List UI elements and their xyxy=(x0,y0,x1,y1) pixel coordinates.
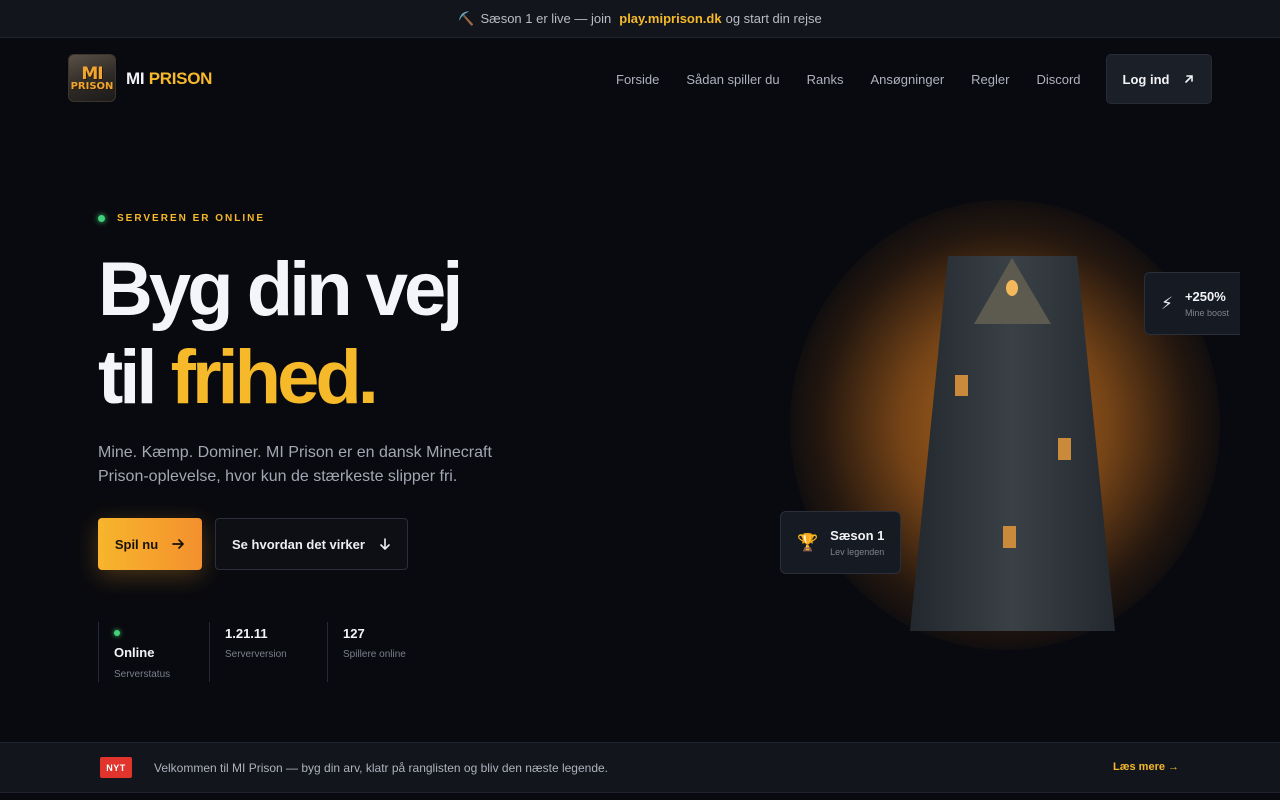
news-message: Velkommen til MI Prison — byg din arv, k… xyxy=(154,761,609,775)
brand-second: PRISON xyxy=(148,69,213,88)
stat-value: 1.21.11 xyxy=(225,626,268,641)
stat-value: Online xyxy=(114,645,155,660)
boost-value: +250% xyxy=(1184,289,1226,304)
nav-item-forside[interactable]: Forside xyxy=(616,72,659,87)
announcement-suffix: og start din rejse xyxy=(725,11,822,26)
stat-players-online: 127 Spillere online xyxy=(327,622,437,682)
news-tag-badge: NYT xyxy=(100,757,132,778)
headline-line1: Byg din vej xyxy=(98,247,463,332)
nav-menu: Forside Sådan spiller du Ranks Ansøgning… xyxy=(616,72,1108,87)
brand-first: MI xyxy=(126,69,145,88)
how-it-works-label: Se hvordan det virker xyxy=(232,536,365,552)
login-label: Log ind xyxy=(1122,71,1170,87)
trophy-icon: 🏆 xyxy=(797,532,819,552)
online-indicator-icon xyxy=(114,630,120,636)
logo-text-prison: PRISON xyxy=(70,81,114,92)
online-dot-icon xyxy=(98,215,105,222)
announcement-prefix: Sæson 1 er live — join xyxy=(480,11,612,26)
lightning-icon: ⚡ xyxy=(1161,293,1173,313)
read-more-link[interactable]: Læs mere → xyxy=(1113,761,1179,773)
how-it-works-button[interactable]: Se hvordan det virker xyxy=(215,518,408,570)
season-title: Sæson 1 xyxy=(830,528,885,543)
season-card: 🏆 Sæson 1 Lev legenden xyxy=(780,511,901,574)
headline-line2: til frihed. xyxy=(98,334,459,422)
arrow-down-icon xyxy=(380,537,390,550)
status-badge-text: SERVEREN ER ONLINE xyxy=(117,213,266,224)
nav-item-how-to-play[interactable]: Sådan spiller du xyxy=(686,72,779,87)
nav-item-ranks[interactable]: Ranks xyxy=(807,72,844,87)
login-button[interactable]: Log ind xyxy=(1106,54,1212,104)
news-bar: NYT Velkommen til MI Prison — byg din ar… xyxy=(0,742,1280,793)
main-navigation: MI PRISON MI PRISON Forside Sådan spille… xyxy=(0,38,1280,122)
play-now-label: Spil nu xyxy=(114,536,159,552)
brand-name[interactable]: MI PRISON xyxy=(126,69,212,89)
stat-label: Serverstatus xyxy=(114,669,171,680)
stat-server-status: Online Serverstatus xyxy=(98,622,209,682)
stat-label: Spillere online xyxy=(343,649,406,660)
arrow-up-right-icon xyxy=(1185,75,1194,83)
play-now-button[interactable]: Spil nu xyxy=(98,518,202,570)
hero-headline: Byg din vej til frihed. xyxy=(98,246,463,422)
announcement-bar: ⛏️ Sæson 1 er live — join play.miprison.… xyxy=(0,0,1280,38)
viewport-edge xyxy=(1240,260,1280,350)
season-subtitle: Lev legenden xyxy=(830,547,885,557)
nav-item-applications[interactable]: Ansøgninger xyxy=(870,72,944,87)
stat-value: 127 xyxy=(343,626,365,641)
nav-item-discord[interactable]: Discord xyxy=(1036,72,1080,87)
stat-server-version: 1.21.11 Serverversion xyxy=(209,622,327,682)
logo[interactable]: MI PRISON xyxy=(68,54,116,102)
nav-item-rules[interactable]: Regler xyxy=(971,72,1009,87)
arrow-right-icon xyxy=(172,539,185,549)
mine-boost-card: ⚡ +250% Mine boost xyxy=(1144,272,1254,335)
prison-tower-illustration xyxy=(910,256,1115,631)
hero-lead: Mine. Kæmp. Dominer. MI Prison er en dan… xyxy=(98,444,492,485)
headline-line2-plain: til xyxy=(98,335,171,420)
server-status-badge: SERVEREN ER ONLINE xyxy=(98,213,265,224)
headline-accent: frihed. xyxy=(170,335,379,420)
server-address-link[interactable]: play.miprison.dk xyxy=(619,11,721,26)
pickaxe-icon: ⛏️ xyxy=(458,10,475,26)
boost-label: Mine boost xyxy=(1184,308,1229,318)
stat-label: Serverversion xyxy=(225,649,287,660)
